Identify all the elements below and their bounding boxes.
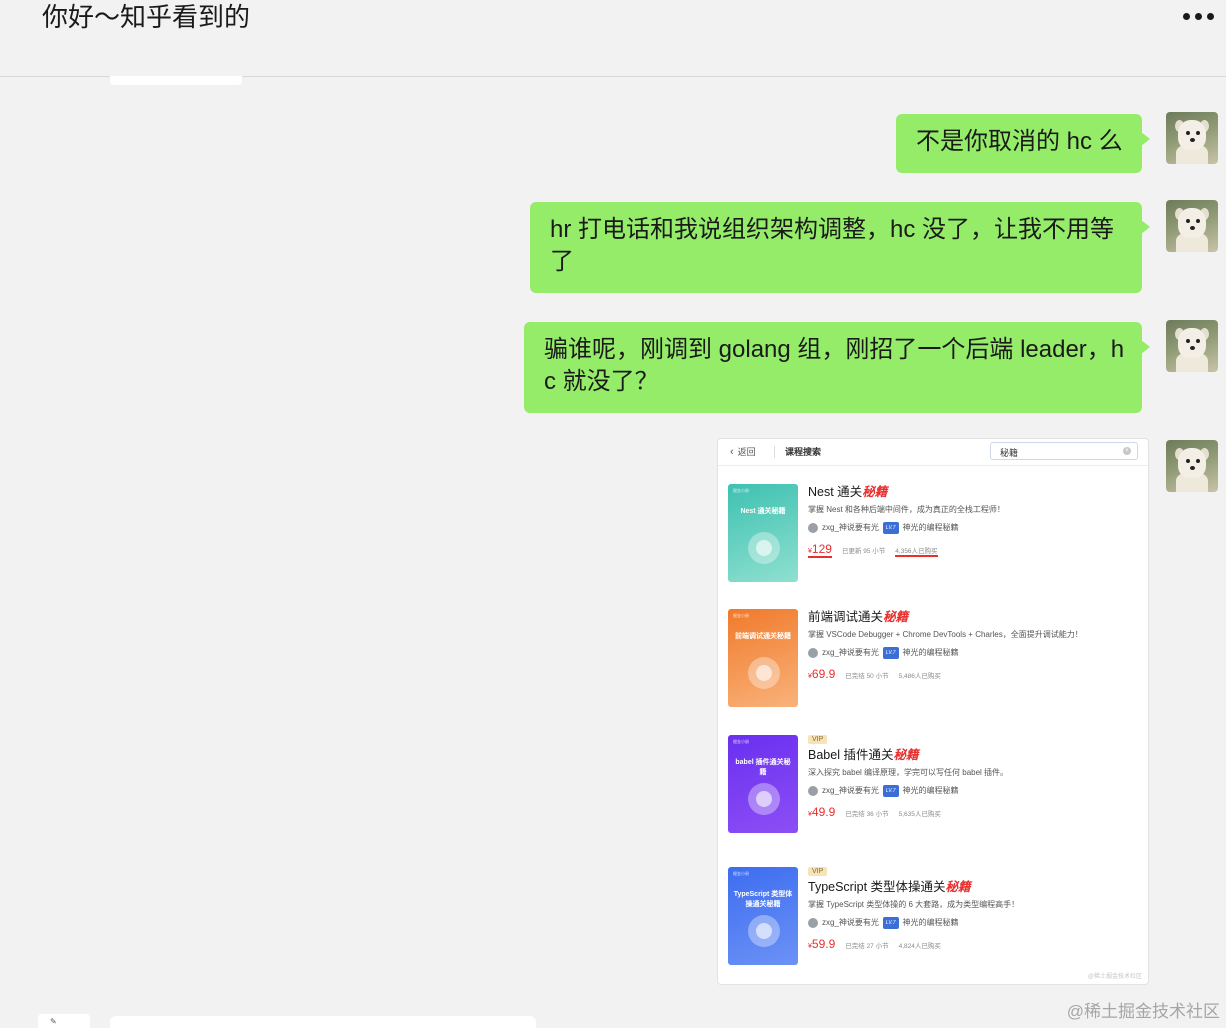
- back-link: ‹ 返回: [730, 446, 756, 458]
- inner-watermark: @稀土掘金技术社区: [1087, 974, 1142, 980]
- course-updates: 已完结 50 小节: [845, 673, 889, 680]
- user-avatar[interactable]: [1166, 320, 1218, 372]
- previous-message-bubble[interactable]: [110, 76, 242, 85]
- course-description: 深入探究 babel 编译原理，学完可以写任何 babel 插件。: [808, 768, 1009, 777]
- image-message[interactable]: ‹ 返回 课程搜索 秘籍 × 掘金小册 Nest 通关秘籍 Nest 通关秘籍 掌…: [717, 438, 1149, 985]
- course-item: 掘金小册 前端调试通关秘籍 前端调试通关秘籍 掌握 VSCode Debugge…: [728, 609, 1138, 713]
- more-dot-icon: [1182, 12, 1190, 20]
- level-badge: LV.7: [882, 522, 899, 534]
- course-buyers: 5,635人已购买: [898, 811, 941, 818]
- more-options-button[interactable]: [1178, 6, 1218, 26]
- course-price: ¥69.9: [808, 667, 836, 681]
- vip-badge: VIP: [808, 735, 828, 744]
- course-description: 掌握 TypeScript 类型体操的 6 大套路，成为类型编程高手！: [808, 900, 1020, 909]
- vip-badge: VIP: [808, 867, 828, 876]
- message-bubble-self[interactable]: hr 打电话和我说组织架构调整，hc 没了，让我不用等了: [530, 202, 1150, 293]
- course-item: 掘金小册 babel 插件通关秘籍 VIP Babel 插件通关秘籍 深入探究 …: [728, 735, 1138, 839]
- course-price-row: ¥49.9 已完结 36 小节 5,635人已购买: [808, 805, 1138, 819]
- course-author: zxg_神说要有光 LV.7 神光的编程秘籍: [808, 647, 1138, 659]
- course-updates: 已更新 95 小节: [841, 548, 886, 555]
- level-badge: LV.7: [882, 647, 899, 659]
- author-avatar: [808, 648, 818, 658]
- more-dot-icon: [1206, 12, 1214, 20]
- message-text: 不是你取消的 hc 么: [916, 128, 1123, 155]
- course-item: 掘金小册 Nest 通关秘籍 Nest 通关秘籍 掌握 Nest 和各种后端中间…: [728, 484, 1138, 588]
- course-price: ¥49.9: [808, 805, 836, 819]
- course-updates: 已完结 36 小节: [845, 811, 889, 818]
- message-bubble-self[interactable]: 不是你取消的 hc 么: [896, 114, 1150, 173]
- screenshot-search-box: 秘籍 ×: [990, 442, 1138, 460]
- message-text: 骗谁呢，刚调到 golang 组，刚招了一个后端 leader，hc 就没了？: [544, 336, 1125, 395]
- author-avatar: [808, 523, 818, 533]
- chat-header: 你好～知乎看到的: [0, 0, 1226, 77]
- message-text: hr 打电话和我说组织架构调整，hc 没了，让我不用等了: [550, 216, 1115, 275]
- course-title: TypeScript 类型体操通关秘籍: [808, 880, 971, 894]
- chat-title: 你好～知乎看到的: [42, 2, 251, 32]
- course-author: zxg_神说要有光 LV.7 神光的编程秘籍: [808, 522, 1138, 534]
- course-price: ¥129: [808, 542, 832, 558]
- course-author: zxg_神说要有光 LV.7 神光的编程秘籍: [808, 785, 1138, 797]
- course-title: Babel 插件通关秘籍: [808, 748, 919, 762]
- more-dot-icon: [1194, 12, 1202, 20]
- site-watermark: @稀土掘金技术社区: [1066, 1002, 1220, 1021]
- level-badge: LV.7: [882, 917, 899, 929]
- user-avatar[interactable]: [1166, 112, 1218, 164]
- course-price-row: ¥59.9 已完结 27 小节 4,824人已购买: [808, 937, 1138, 951]
- contact-avatar[interactable]: ✎: [38, 1014, 90, 1028]
- chevron-left-icon: ‹: [730, 446, 734, 458]
- course-cover-image: 掘金小册 babel 插件通关秘籍: [728, 735, 798, 833]
- course-price-row: ¥129 已更新 95 小节 4,356人已购买: [808, 542, 1138, 558]
- course-title: 前端调试通关秘籍: [808, 610, 909, 624]
- clear-icon: ×: [1123, 447, 1131, 455]
- course-buyers: 4,356人已购买: [895, 545, 938, 557]
- course-buyers: 5,486人已购买: [898, 673, 941, 680]
- course-price: ¥59.9: [808, 937, 836, 951]
- author-avatar: [808, 918, 818, 928]
- user-avatar[interactable]: [1166, 200, 1218, 252]
- course-updates: 已完结 27 小节: [845, 943, 889, 950]
- message-bubble-other[interactable]: [110, 1016, 536, 1028]
- course-cover-image: 掘金小册 前端调试通关秘籍: [728, 609, 798, 707]
- course-cover-image: 掘金小册 Nest 通关秘籍: [728, 484, 798, 582]
- course-item: 掘金小册 TypeScript 类型体操通关秘籍 VIP TypeScript …: [728, 867, 1138, 971]
- course-description: 掌握 VSCode Debugger + Chrome DevTools + C…: [808, 630, 1083, 639]
- level-badge: LV.7: [882, 785, 899, 797]
- message-bubble-self[interactable]: 骗谁呢，刚调到 golang 组，刚招了一个后端 leader，hc 就没了？: [524, 322, 1150, 413]
- course-title: Nest 通关秘籍: [808, 485, 888, 499]
- course-price-row: ¥69.9 已完结 50 小节 5,486人已购买: [808, 667, 1138, 681]
- course-cover-image: 掘金小册 TypeScript 类型体操通关秘籍: [728, 867, 798, 965]
- screenshot-topbar: ‹ 返回 课程搜索 秘籍 ×: [718, 439, 1148, 466]
- course-author: zxg_神说要有光 LV.7 神光的编程秘籍: [808, 917, 1138, 929]
- user-avatar[interactable]: [1166, 440, 1218, 492]
- screenshot-page-title: 课程搜索: [785, 447, 822, 457]
- course-buyers: 4,824人已购买: [898, 943, 941, 950]
- course-description: 掌握 Nest 和各种后端中间件，成为真正的全栈工程师！: [808, 505, 1005, 514]
- author-avatar: [808, 786, 818, 796]
